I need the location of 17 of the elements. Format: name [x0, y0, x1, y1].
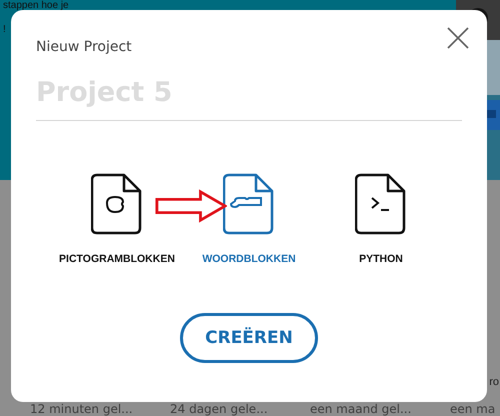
close-button[interactable]	[446, 26, 470, 50]
hero-text: !	[3, 24, 6, 35]
dialog-title: Nieuw Project	[36, 39, 132, 55]
card-time: 24 dagen gele...	[170, 402, 269, 416]
block-file-icon	[91, 173, 143, 235]
card-time: 12 minuten gel...	[30, 402, 134, 416]
create-button[interactable]: CREËREN	[180, 313, 318, 363]
project-type-option[interactable]: WOORDBLOKKEN	[190, 173, 308, 265]
project-type-option[interactable]: PYTHON	[322, 173, 440, 265]
arrow-drawing	[155, 189, 227, 223]
card-title: ro	[489, 376, 499, 388]
terminal-file-icon	[355, 173, 407, 235]
card-time: een ma	[450, 402, 496, 416]
project-type-option[interactable]: PICTOGRAMBLOKKEN	[58, 173, 176, 265]
block-file-icon	[223, 173, 275, 235]
hero-text: stappen hoe je	[3, 0, 69, 11]
card-time: een maand gel...	[310, 402, 412, 416]
